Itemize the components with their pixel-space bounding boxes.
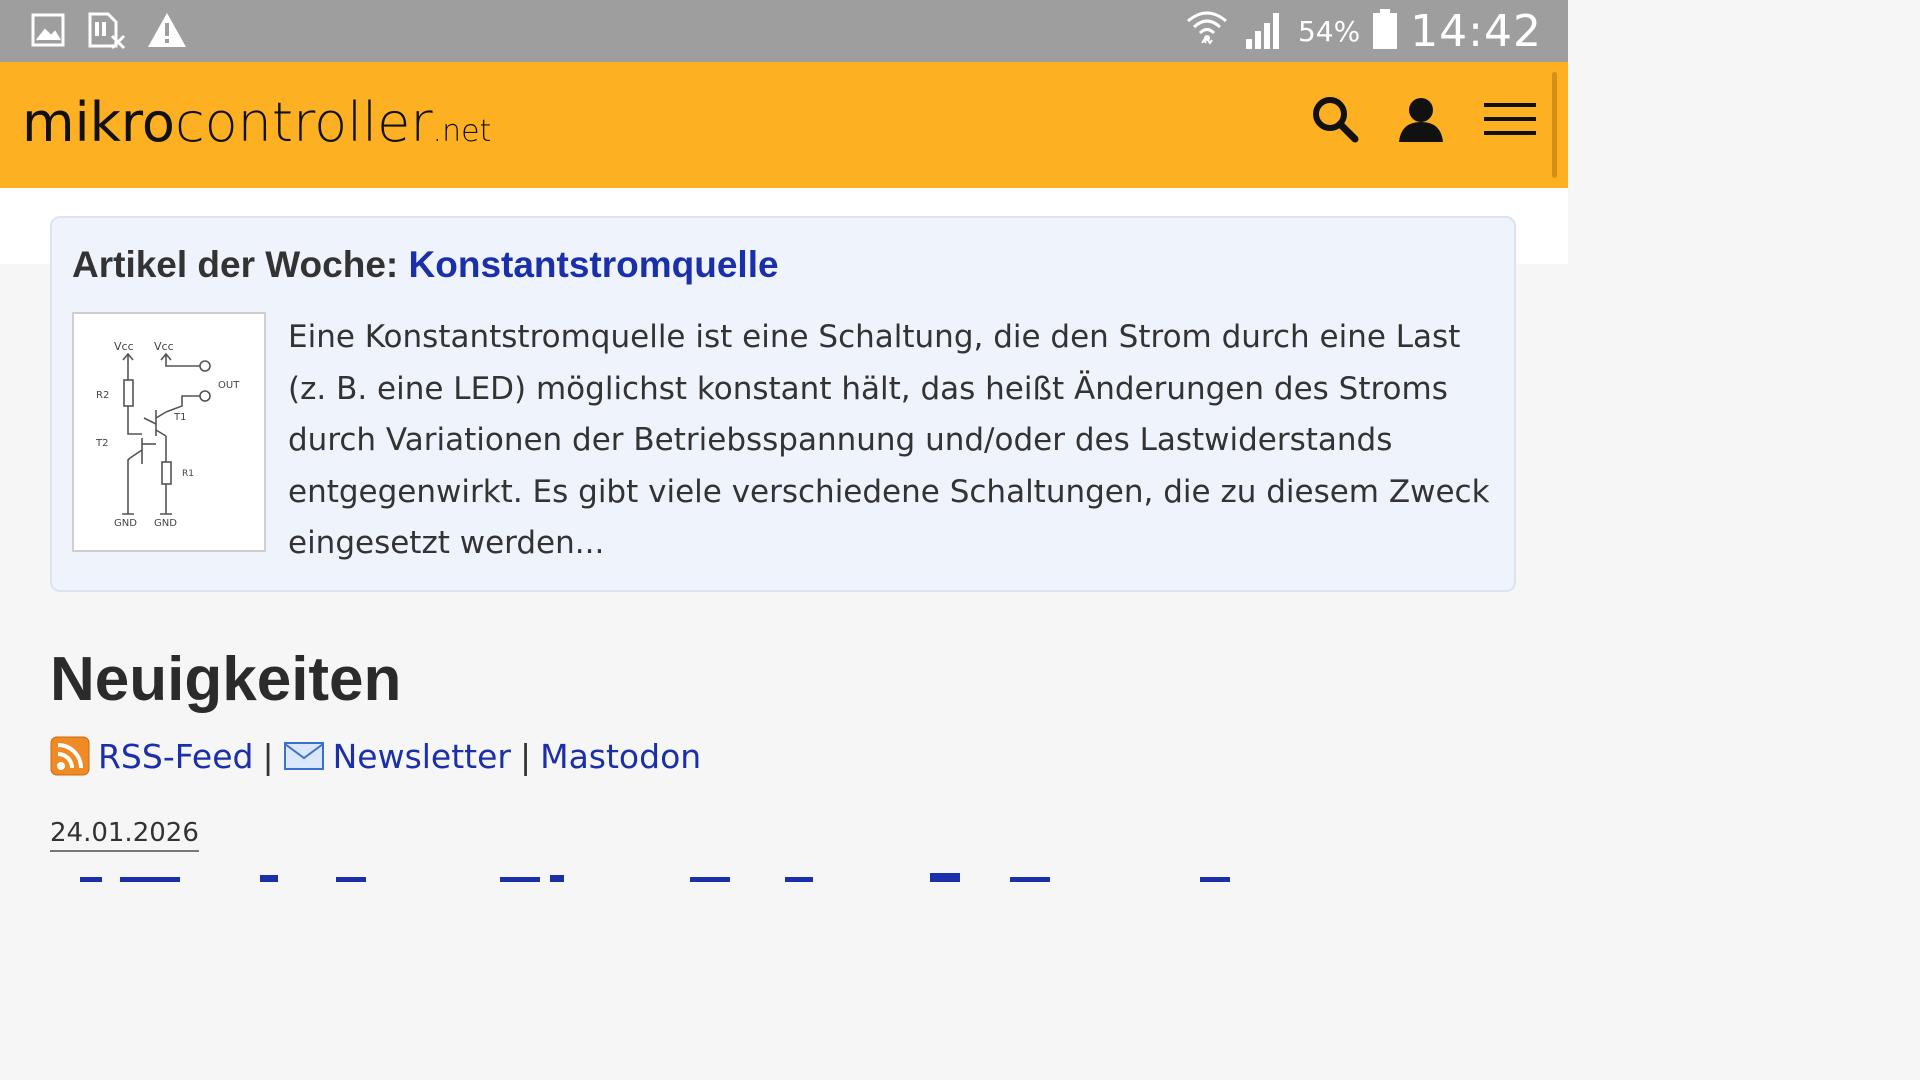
- diagram-label-gnd1: GND: [114, 518, 137, 529]
- cell-signal-icon: [1242, 7, 1286, 56]
- diagram-label-out: OUT: [218, 380, 240, 391]
- rss-feed-link[interactable]: RSS-Feed: [98, 737, 253, 776]
- diagram-label-r2: R2: [96, 390, 109, 401]
- mastodon-link[interactable]: Mastodon: [540, 737, 701, 776]
- diagram-label-t1: T1: [173, 412, 186, 423]
- news-date: 24.01.2026: [50, 818, 199, 852]
- logo-part-net: .net: [432, 114, 492, 149]
- logo-part-controller: controller: [174, 91, 433, 154]
- storage-off-icon: [86, 10, 126, 55]
- wifi-icon: [1184, 7, 1230, 56]
- clock: 14:42: [1410, 5, 1542, 57]
- scrollbar[interactable]: [1552, 72, 1557, 178]
- logo-part-mikro: mikro: [22, 91, 175, 154]
- diagram-label-vcc1: Vcc: [114, 340, 134, 353]
- newsletter-link[interactable]: Newsletter: [333, 737, 511, 776]
- featured-excerpt: Eine Konstantstromquelle ist eine Schalt…: [288, 319, 1490, 561]
- newsletter-icon[interactable]: [283, 740, 333, 772]
- diagram-label-vcc2: Vcc: [154, 340, 174, 353]
- diagram-label-t2: T2: [95, 438, 108, 449]
- status-right: 54% 14:42: [1184, 5, 1542, 57]
- news-heading: Neuigkeiten: [50, 645, 402, 714]
- status-bar: 54% 14:42: [0, 0, 1568, 62]
- diagram-label-r1: R1: [182, 469, 194, 479]
- diagram-label-gnd2: GND: [154, 518, 177, 529]
- featured-article-link[interactable]: Konstantstromquelle: [409, 244, 779, 285]
- featured-title: Artikel der Woche: Konstantstromquelle: [72, 244, 779, 286]
- status-left: [30, 10, 188, 54]
- warning-icon: [146, 11, 188, 54]
- gallery-icon: [30, 12, 66, 53]
- rss-icon[interactable]: [50, 736, 98, 776]
- header-actions: [1310, 94, 1538, 149]
- site-logo[interactable]: mikrocontroller.net: [22, 96, 491, 150]
- news-subscribe-links: RSS-Feed | Newsletter | Mastodon: [50, 734, 701, 778]
- user-icon[interactable]: [1396, 94, 1446, 149]
- menu-icon[interactable]: [1482, 99, 1538, 144]
- link-separator: |: [262, 736, 274, 776]
- featured-article-card: Artikel der Woche: Konstantstromquelle V…: [50, 216, 1516, 592]
- featured-title-prefix: Artikel der Woche:: [72, 244, 399, 285]
- search-icon[interactable]: [1310, 94, 1360, 149]
- link-separator: |: [519, 736, 532, 776]
- battery-percent: 54%: [1297, 14, 1361, 48]
- battery-icon: [1372, 8, 1398, 55]
- next-headline-clipped[interactable]: [50, 870, 1270, 882]
- circuit-thumbnail[interactable]: Vcc Vcc OUT R2 T1 T2 R1 GND GND: [72, 312, 266, 552]
